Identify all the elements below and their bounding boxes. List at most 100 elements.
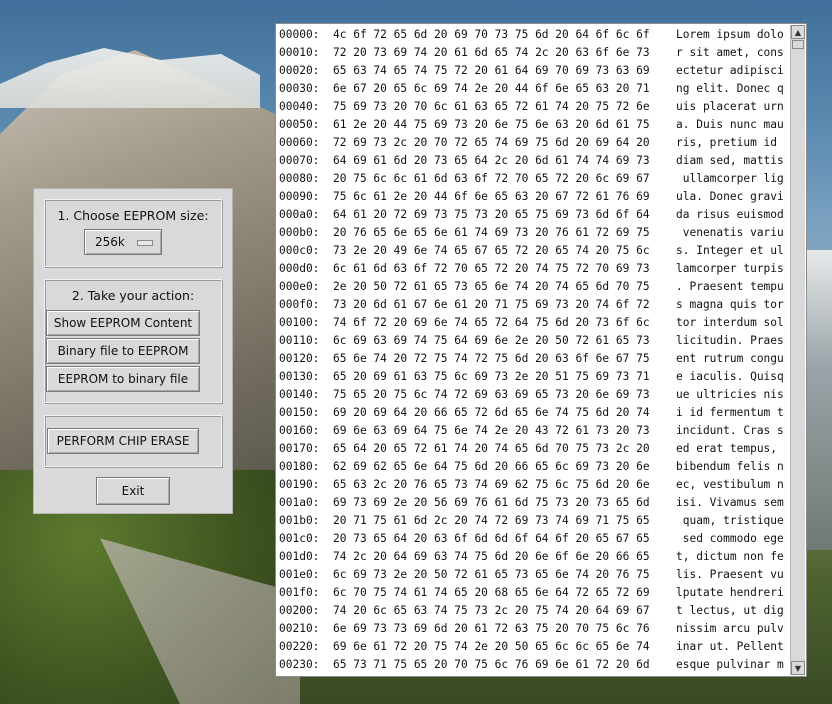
hexdump-bytes: 69 6e 61 72 20 75 74 2e 20 50 65 6c 6c 6… — [333, 640, 650, 653]
hexdump-row: 00130: 65 20 69 61 63 75 6c 69 73 2e 20 5… — [279, 368, 789, 386]
hexdump-offset: 00120: — [279, 352, 320, 365]
hexdump-bytes: 20 75 6c 6c 61 6d 63 6f 72 70 65 72 20 6… — [333, 172, 650, 185]
hexdump-offset: 000b0: — [279, 226, 320, 239]
hexdump-bytes: 20 76 65 6e 65 6e 61 74 69 73 20 76 61 7… — [333, 226, 650, 239]
choose-size-label: 1. Choose EEPROM size: — [57, 208, 209, 223]
hexdump-row: 00200: 74 20 6c 65 63 74 75 73 2c 20 75 7… — [279, 602, 789, 620]
hexdump-bytes: 6c 70 75 74 61 74 65 20 68 65 6e 64 72 6… — [333, 586, 650, 599]
hexdump-bytes: 75 6c 61 2e 20 44 6f 6e 65 63 20 67 72 6… — [333, 190, 650, 203]
hexdump-ascii: ectetur adipisci — [676, 64, 784, 77]
hexdump-offset: 000a0: — [279, 208, 320, 221]
vertical-scrollbar[interactable]: ▲ ▼ — [790, 25, 805, 675]
hexdump-ascii: e iaculis. Quisq — [676, 370, 784, 383]
hexdump-offset: 00210: — [279, 622, 320, 635]
hexdump-ascii: t lectus, ut dig — [676, 604, 784, 617]
hexdump-offset: 000f0: — [279, 298, 320, 311]
hexdump-offset: 00060: — [279, 136, 320, 149]
hexdump-bytes: 6e 69 73 73 69 6d 20 61 72 63 75 20 70 7… — [333, 622, 650, 635]
option-menu-indicator-icon — [137, 240, 153, 246]
hexdump-offset: 00150: — [279, 406, 320, 419]
scroll-down-icon[interactable]: ▼ — [791, 661, 805, 675]
hexdump-row: 00150: 69 20 69 64 20 66 65 72 6d 65 6e 7… — [279, 404, 789, 422]
hexdump-offset: 00180: — [279, 460, 320, 473]
hexdump-bytes: 6c 61 6d 63 6f 72 70 65 72 20 74 75 72 7… — [333, 262, 650, 275]
hexdump-ascii: lamcorper turpis — [676, 262, 784, 275]
scroll-up-icon[interactable]: ▲ — [791, 25, 805, 39]
hexdump-ascii: isi. Vivamus sem — [676, 496, 784, 509]
hexdump-bytes: 64 61 20 72 69 73 75 73 20 65 75 69 73 6… — [333, 208, 650, 221]
hexdump-offset: 00010: — [279, 46, 320, 59]
hexdump-ascii: i id fermentum t — [676, 406, 784, 419]
hexdump-row: 00180: 62 69 62 65 6e 64 75 6d 20 66 65 6… — [279, 458, 789, 476]
hexdump-row: 001f0: 6c 70 75 74 61 74 65 20 68 65 6e 6… — [279, 584, 789, 602]
hexdump-bytes: 64 69 61 6d 20 73 65 64 2c 20 6d 61 74 7… — [333, 154, 650, 167]
hexdump-bytes: 72 20 73 69 74 20 61 6d 65 74 2c 20 63 6… — [333, 46, 650, 59]
hexdump-ascii: . Praesent tempu — [676, 280, 784, 293]
hexdump-bytes: 74 2c 20 64 69 63 74 75 6d 20 6e 6f 6e 2… — [333, 550, 650, 563]
hexdump-row: 00160: 69 6e 63 69 64 75 6e 74 2e 20 43 7… — [279, 422, 789, 440]
hexdump-ascii: ue ultricies nis — [676, 388, 784, 401]
show-eeprom-content-button[interactable]: Show EEPROM Content — [46, 310, 200, 336]
hexdump-offset: 000d0: — [279, 262, 320, 275]
hexdump-offset: 00050: — [279, 118, 320, 131]
hexdump-row: 000a0: 64 61 20 72 69 73 75 73 20 65 75 6… — [279, 206, 789, 224]
hexdump-ascii: tor interdum sol — [676, 316, 784, 329]
hexdump-text[interactable]: 00000: 4c 6f 72 65 6d 20 69 70 73 75 6d 2… — [279, 26, 789, 674]
hexdump-bytes: 69 73 69 2e 20 56 69 76 61 6d 75 73 20 7… — [333, 496, 650, 509]
hexdump-offset: 00040: — [279, 100, 320, 113]
hexdump-row: 00100: 74 6f 72 20 69 6e 74 65 72 64 75 6… — [279, 314, 789, 332]
hexdump-ascii: venenatis variu — [676, 226, 784, 239]
hexdump-row: 00210: 6e 69 73 73 69 6d 20 61 72 63 75 2… — [279, 620, 789, 638]
hexdump-row: 00010: 72 20 73 69 74 20 61 6d 65 74 2c 2… — [279, 44, 789, 62]
hexdump-bytes: 65 63 74 65 74 75 72 20 61 64 69 70 69 7… — [333, 64, 650, 77]
eeprom-size-menu[interactable]: 256k — [84, 229, 162, 255]
eeprom-control-window: 1. Choose EEPROM size: 256k 2. Take your… — [33, 188, 233, 514]
hexdump-offset: 001e0: — [279, 568, 320, 581]
hexdump-row: 00050: 61 2e 20 44 75 69 73 20 6e 75 6e 6… — [279, 116, 789, 134]
exit-button[interactable]: Exit — [96, 477, 170, 505]
hexdump-bytes: 74 6f 72 20 69 6e 74 65 72 64 75 6d 20 7… — [333, 316, 650, 329]
hexdump-ascii: r sit amet, cons — [676, 46, 784, 59]
hexdump-bytes: 65 63 2c 20 76 65 73 74 69 62 75 6c 75 6… — [333, 478, 650, 491]
hexdump-offset: 00200: — [279, 604, 320, 617]
hexdump-bytes: 20 71 75 61 6d 2c 20 74 72 69 73 74 69 7… — [333, 514, 650, 527]
hexdump-row: 00020: 65 63 74 65 74 75 72 20 61 64 69 7… — [279, 62, 789, 80]
hexdump-offset: 00130: — [279, 370, 320, 383]
hexdump-bytes: 73 2e 20 49 6e 74 65 67 65 72 20 65 74 2… — [333, 244, 650, 257]
hexdump-row: 001e0: 6c 69 73 2e 20 50 72 61 65 73 65 6… — [279, 566, 789, 584]
hexdump-offset: 00220: — [279, 640, 320, 653]
hexdump-offset: 00100: — [279, 316, 320, 329]
hexdump-row: 00190: 65 63 2c 20 76 65 73 74 69 62 75 6… — [279, 476, 789, 494]
hexdump-ascii: esque pulvinar m — [676, 658, 784, 671]
hexdump-ascii: incidunt. Cras s — [676, 424, 784, 437]
hexdump-bytes: 65 6e 74 20 72 75 74 72 75 6d 20 63 6f 6… — [333, 352, 650, 365]
hexdump-ascii: inar ut. Pellent — [676, 640, 784, 653]
hexdump-bytes: 75 65 20 75 6c 74 72 69 63 69 65 73 20 6… — [333, 388, 650, 401]
hexdump-ascii: a. Duis nunc mau — [676, 118, 784, 131]
hexdump-offset: 00070: — [279, 154, 320, 167]
hexdump-ascii: diam sed, mattis — [676, 154, 784, 167]
hexdump-row: 00000: 4c 6f 72 65 6d 20 69 70 73 75 6d 2… — [279, 26, 789, 44]
binary-file-to-eeprom-button[interactable]: Binary file to EEPROM — [46, 338, 200, 364]
hexdump-bytes: 2e 20 50 72 61 65 73 65 6e 74 20 74 65 6… — [333, 280, 650, 293]
hexdump-offset: 00160: — [279, 424, 320, 437]
hexdump-ascii: uis placerat urn — [676, 100, 784, 113]
hexdump-ascii: da risus euismod — [676, 208, 784, 221]
hexdump-bytes: 6c 69 63 69 74 75 64 69 6e 2e 20 50 72 6… — [333, 334, 650, 347]
hexdump-bytes: 73 20 6d 61 67 6e 61 20 71 75 69 73 20 7… — [333, 298, 650, 311]
chip-erase-button[interactable]: PERFORM CHIP ERASE — [47, 428, 199, 454]
hexdump-offset: 000e0: — [279, 280, 320, 293]
hexdump-bytes: 4c 6f 72 65 6d 20 69 70 73 75 6d 20 64 6… — [333, 28, 650, 41]
hexdump-ascii: sed commodo ege — [676, 532, 784, 545]
hexdump-offset: 00030: — [279, 82, 320, 95]
hexdump-row: 00110: 6c 69 63 69 74 75 64 69 6e 2e 20 5… — [279, 332, 789, 350]
hexdump-row: 00060: 72 69 73 2c 20 70 72 65 74 69 75 6… — [279, 134, 789, 152]
eeprom-to-binary-file-button[interactable]: EEPROM to binary file — [46, 366, 200, 392]
hexdump-ascii: ula. Donec gravi — [676, 190, 784, 203]
hexdump-ascii: ris, pretium id — [676, 136, 784, 149]
hexdump-ascii: ec, vestibulum n — [676, 478, 784, 491]
hexdump-bytes: 62 69 62 65 6e 64 75 6d 20 66 65 6c 69 7… — [333, 460, 650, 473]
scrollbar-thumb[interactable] — [792, 40, 804, 49]
hexdump-row: 00230: 65 73 71 75 65 20 70 75 6c 76 69 6… — [279, 656, 789, 674]
hexdump-offset: 001c0: — [279, 532, 320, 545]
